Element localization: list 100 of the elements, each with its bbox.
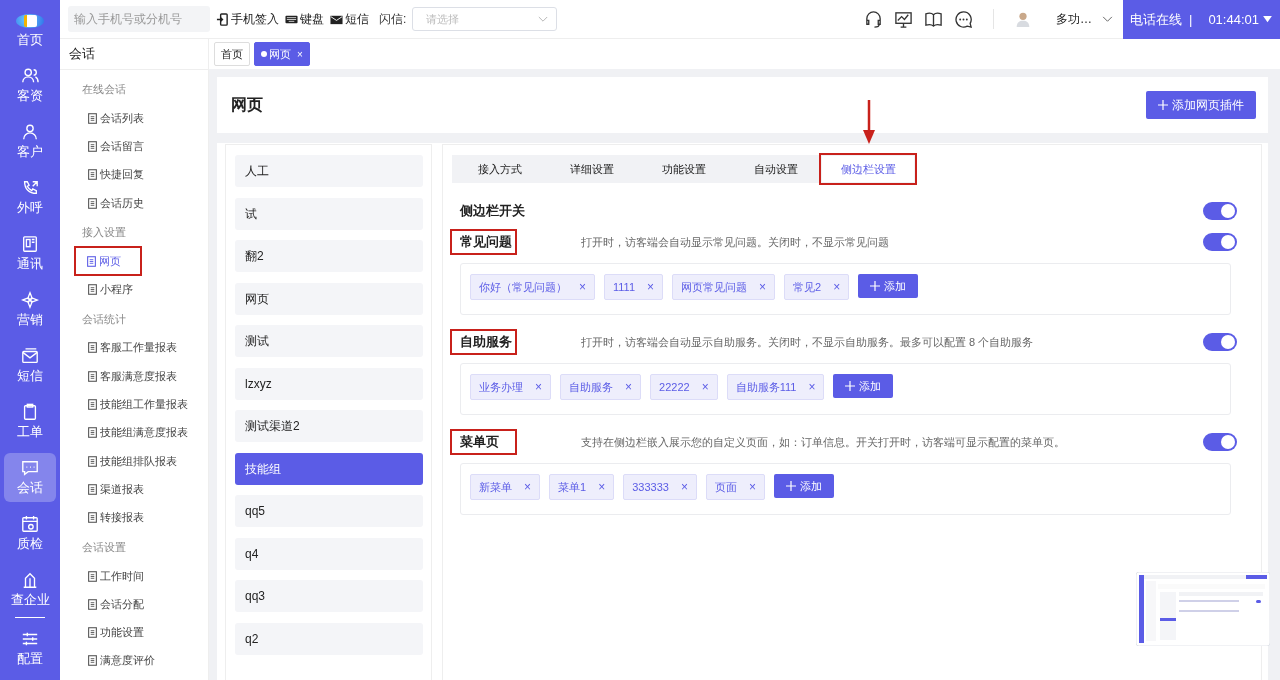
nav-item[interactable]: 客资 (4, 61, 56, 110)
channel-item[interactable]: 翻2 (235, 240, 423, 272)
tag[interactable]: 1111 × (604, 274, 664, 300)
sidebar-item[interactable]: 技能组工作量报表 (82, 390, 188, 419)
phone-icon (21, 179, 39, 197)
spark-icon (21, 291, 39, 309)
nav-item[interactable]: 客户 (4, 117, 56, 166)
document-icon (88, 455, 97, 467)
monitor-icon[interactable] (894, 9, 913, 29)
sidebar-item[interactable]: 会话列表 (82, 104, 144, 133)
document-icon (88, 655, 97, 667)
close-icon[interactable]: × (297, 48, 303, 60)
sidebar-item[interactable]: 工作时间 (82, 561, 144, 591)
people-icon (21, 67, 39, 85)
headset-icon[interactable] (864, 9, 883, 29)
channel-item[interactable]: 测试 (235, 325, 423, 357)
tag[interactable]: 自助服务111 × (726, 374, 825, 400)
sidebar-item[interactable]: 满意度评价 (82, 646, 155, 676)
group-heading: 会话设置 (82, 539, 127, 555)
add-button[interactable]: 添加 (833, 374, 894, 398)
channel-item[interactable]: q2 (235, 622, 423, 655)
page-tab[interactable]: 首页 (214, 42, 250, 66)
phone-search-field[interactable]: 输入手机号或分机号 (68, 6, 210, 32)
group-heading: 会话统计 (82, 311, 127, 327)
nav-item[interactable]: 配置 (4, 624, 56, 673)
sidebar-item[interactable]: 快捷回复 (82, 160, 144, 189)
toggle-switch[interactable] (1203, 233, 1237, 251)
document-icon (88, 342, 97, 354)
tag[interactable]: 333333 × (623, 474, 697, 500)
tag[interactable]: 自助服务 × (560, 374, 642, 400)
settings-tab[interactable]: 详细设置 (546, 157, 638, 181)
channel-item[interactable]: 试 (235, 197, 423, 230)
chat-icon (21, 459, 39, 477)
phone-status-bar[interactable]: 电话在线 | 01:44:01 (1123, 0, 1280, 39)
channel-item[interactable]: lzxyz (235, 367, 423, 400)
nav-item[interactable]: 质检 (4, 509, 56, 558)
toolbar-link[interactable]: 短信 (330, 10, 369, 28)
sidebar-item[interactable]: 客服满意度报表 (82, 362, 177, 391)
channel-item[interactable]: qq3 (235, 580, 423, 612)
nav-item[interactable]: 工单 (4, 397, 56, 446)
sidebar-item[interactable]: 会话分配 (82, 590, 144, 619)
document-icon (88, 427, 97, 439)
tag[interactable]: 22222 × (650, 374, 718, 400)
sidebar-item[interactable]: 转接报表 (82, 503, 144, 532)
page-title: 网页 (231, 94, 263, 115)
sidebar-item[interactable]: 会话留言 (82, 132, 144, 161)
plus-icon (845, 380, 856, 391)
channel-item[interactable]: 技能组 (235, 452, 423, 485)
channel-item[interactable]: qq5 (235, 495, 423, 527)
tag[interactable]: 新菜单 × (470, 474, 540, 500)
toggle-switch[interactable] (1203, 202, 1237, 220)
phone-login-icon (216, 12, 229, 26)
document-icon (88, 169, 97, 181)
nav-item[interactable]: 短信 (4, 341, 56, 390)
book-icon[interactable] (924, 9, 943, 29)
sidebar-item[interactable]: 小程序 (82, 275, 133, 304)
status-text: 电话在线 (1130, 10, 1182, 29)
tag[interactable]: 业务办理 × (470, 374, 551, 400)
nav-item[interactable]: 通讯 (4, 229, 56, 278)
channel-item[interactable]: 网页 (235, 282, 423, 315)
tag[interactable]: 菜单1 × (549, 474, 615, 500)
plus-icon (785, 480, 796, 491)
tag[interactable]: 网页常见问题 × (672, 274, 776, 300)
section-title: 自助服务 (460, 333, 512, 351)
tag[interactable]: 你好（常见问题） × (470, 274, 595, 300)
settings-tab[interactable]: 功能设置 (638, 157, 730, 181)
sidebar-item[interactable]: 技能组排队报表 (82, 446, 177, 476)
tag[interactable]: 常见2 × (784, 274, 850, 300)
settings-tab[interactable]: 接入方式 (454, 157, 546, 181)
toolbar-link[interactable]: 键盘 (285, 10, 324, 28)
add-button[interactable]: 添加 (773, 474, 834, 498)
toolbar-link[interactable]: 手机签入 (216, 10, 279, 28)
sidebar-item[interactable]: 渠道报表 (82, 475, 144, 504)
nav-item[interactable]: 营销 (4, 285, 56, 334)
sidebar-item[interactable]: 技能组满意度报表 (82, 418, 188, 447)
sidebar-item[interactable]: 客服工作量报表 (82, 333, 177, 363)
toggle-switch[interactable] (1203, 333, 1237, 351)
caret-down-icon (1263, 16, 1272, 23)
section-title: 常见问题 (460, 233, 512, 251)
chat-bubble-icon[interactable] (954, 9, 973, 29)
sidebar-item[interactable]: 会话历史 (82, 188, 144, 218)
channel-item[interactable]: q4 (235, 537, 423, 570)
channel-item[interactable]: 人工 (235, 155, 423, 187)
sidebar-item[interactable]: 网页 (75, 247, 141, 276)
nav-item[interactable]: 查企业 (4, 565, 56, 614)
section-title: 菜单页 (460, 433, 499, 451)
page-tab[interactable]: 网页 × (254, 42, 310, 66)
add-plugin-button[interactable]: 添加网页插件 (1146, 91, 1256, 119)
document-icon (88, 370, 97, 382)
user-name[interactable]: 多功… (1056, 10, 1092, 28)
nav-item[interactable]: 外呼 (4, 173, 56, 222)
person-icon (21, 123, 39, 141)
channel-item[interactable]: 测试渠道2 (235, 410, 423, 442)
toggle-switch[interactable] (1203, 433, 1237, 451)
add-button[interactable]: 添加 (858, 274, 919, 298)
tag[interactable]: 页面 × (705, 474, 765, 500)
chevron-down-icon[interactable] (1102, 15, 1113, 23)
settings-tab[interactable]: 自动设置 (730, 157, 822, 181)
sidebar-item[interactable]: 功能设置 (82, 618, 144, 647)
nav-item[interactable]: 首页 (4, 28, 56, 54)
